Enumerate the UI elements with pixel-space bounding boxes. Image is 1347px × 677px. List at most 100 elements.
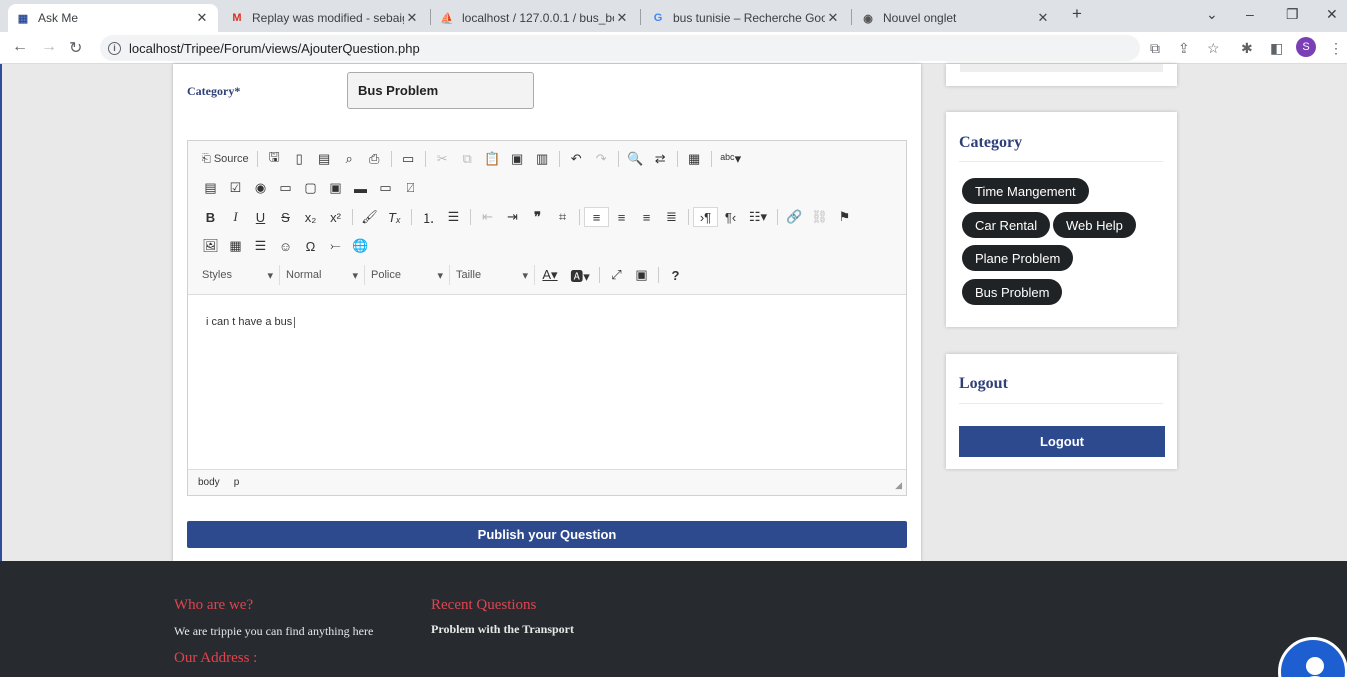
browser-tab-phpmyadmin[interactable]: ⛵ localhost / 127.0.0.1 / bus_booki ✕ — [432, 4, 638, 32]
image-button-icon[interactable]: ▭ — [373, 178, 398, 198]
align-right-icon[interactable]: ≡ — [634, 207, 659, 227]
font-dropdown[interactable]: Police ▾ — [365, 265, 450, 285]
path-body[interactable]: body — [198, 477, 220, 488]
underline-icon[interactable]: U — [248, 207, 273, 227]
outdent-icon[interactable]: ⇤ — [475, 207, 500, 227]
background-color-icon[interactable]: 🅰▾ — [565, 265, 595, 285]
tab-search-icon[interactable]: ⌄ — [1206, 6, 1218, 23]
replace-icon[interactable]: ⇄ — [648, 149, 673, 169]
indent-icon[interactable]: ⇥ — [500, 207, 525, 227]
paste-word-icon[interactable]: ▥ — [530, 149, 555, 169]
page-break-icon[interactable]: ⤚ — [323, 236, 348, 256]
bulleted-list-icon[interactable]: ☰ — [441, 207, 466, 227]
remove-format-icon[interactable]: Tₓ — [382, 207, 407, 227]
link-icon[interactable]: 🔗 — [782, 207, 807, 227]
undo-icon[interactable]: ↶ — [564, 149, 589, 169]
reload-icon[interactable]: ↻ — [69, 38, 82, 58]
templates-icon[interactable]: ▭ — [396, 149, 421, 169]
copy-icon[interactable]: ⧉ — [455, 149, 480, 169]
close-tab-icon[interactable]: ✕ — [825, 10, 841, 26]
back-icon[interactable]: ← — [12, 38, 28, 56]
share-icon[interactable]: ⇪ — [1178, 40, 1190, 57]
smiley-icon[interactable]: ☺ — [273, 236, 298, 256]
new-tab-icon[interactable]: + — [1072, 4, 1082, 24]
export-pdf-icon[interactable]: ▤ — [312, 149, 337, 169]
align-justify-icon[interactable]: ≣ — [659, 207, 684, 227]
select-field-icon[interactable]: ▣ — [323, 178, 348, 198]
extensions-icon[interactable]: ✱ — [1241, 40, 1253, 57]
text-field-icon[interactable]: ▭ — [273, 178, 298, 198]
table-icon[interactable]: ▦ — [223, 236, 248, 256]
show-blocks-icon[interactable]: ▣ — [629, 265, 654, 285]
close-tab-icon[interactable]: ✕ — [194, 10, 210, 26]
copy-format-icon[interactable]: 🖌 — [357, 207, 382, 227]
close-window-icon[interactable]: ✕ — [1326, 6, 1338, 23]
category-tag-car-rental[interactable]: Car Rental — [962, 212, 1051, 238]
button-field-icon[interactable]: ▬ — [348, 178, 373, 198]
align-left-icon[interactable]: ≡ — [584, 207, 609, 227]
iframe-icon[interactable]: 🌐 — [348, 236, 373, 256]
horizontal-line-icon[interactable]: ☰ — [248, 236, 273, 256]
form-icon[interactable]: ▤ — [198, 178, 223, 198]
close-tab-icon[interactable]: ✕ — [404, 10, 420, 26]
path-p[interactable]: p — [234, 477, 240, 488]
save-icon[interactable]: 🖫 — [262, 149, 287, 169]
menu-icon[interactable]: ⋮ — [1329, 40, 1343, 57]
editor-content-area[interactable]: i can t have a bus — [188, 294, 906, 470]
checkbox-icon[interactable]: ☑ — [223, 178, 248, 198]
side-panel-icon[interactable]: ◧ — [1270, 40, 1283, 57]
numbered-list-icon[interactable]: ⒈ — [416, 207, 441, 227]
browser-tab-google[interactable]: G bus tunisie – Recherche Google ✕ — [643, 4, 849, 32]
redo-icon[interactable]: ↷ — [589, 149, 614, 169]
blockquote-icon[interactable]: ❞ — [525, 207, 550, 227]
text-direction-rtl-icon[interactable]: ¶‹ — [718, 207, 743, 227]
radio-icon[interactable]: ◉ — [248, 178, 273, 198]
select-all-icon[interactable]: ▦ — [682, 149, 707, 169]
category-tag-web-help[interactable]: Web Help — [1053, 212, 1136, 238]
strikethrough-icon[interactable]: S — [273, 207, 298, 227]
category-tag-bus-problem[interactable]: Bus Problem — [962, 279, 1063, 305]
text-direction-ltr-icon[interactable]: ›¶ — [693, 207, 718, 227]
paste-icon[interactable]: 📋 — [480, 149, 505, 169]
info-icon[interactable]: i — [108, 41, 121, 55]
find-icon[interactable]: 🔍 — [623, 149, 648, 169]
minimize-icon[interactable]: – — [1246, 6, 1254, 22]
subscript-icon[interactable]: x₂ — [298, 207, 323, 227]
footer-recent-question-link[interactable]: Problem with the Transport — [431, 622, 574, 637]
preview-icon[interactable]: ⌕ — [337, 149, 362, 169]
cut-icon[interactable]: ✂ — [430, 149, 455, 169]
category-tag-time-mangement[interactable]: Time Mangement — [962, 178, 1089, 204]
close-tab-icon[interactable]: ✕ — [1035, 10, 1051, 26]
superscript-icon[interactable]: x² — [323, 207, 348, 227]
url-field[interactable]: i localhost/Tripee/Forum/views/AjouterQu… — [100, 35, 1140, 61]
align-center-icon[interactable]: ≡ — [609, 207, 634, 227]
close-tab-icon[interactable]: ✕ — [614, 10, 630, 26]
language-icon[interactable]: ☷▾ — [743, 207, 773, 227]
translate-icon[interactable]: ⧉ — [1150, 40, 1160, 57]
size-dropdown[interactable]: Taille ▾ — [450, 265, 535, 285]
div-container-icon[interactable]: ⌗ — [550, 207, 575, 227]
format-dropdown[interactable]: Normal ▾ — [280, 265, 365, 285]
print-icon[interactable]: ⎙ — [362, 149, 387, 169]
help-icon[interactable]: ? — [663, 265, 688, 285]
image-icon[interactable]: 🖼 — [198, 236, 223, 256]
hidden-field-icon[interactable]: ⍁ — [398, 178, 423, 198]
logout-button[interactable]: Logout — [959, 426, 1165, 457]
text-color-icon[interactable]: A▾ — [535, 265, 565, 285]
textarea-icon[interactable]: ▢ — [298, 178, 323, 198]
restore-icon[interactable]: ❐ — [1286, 6, 1299, 23]
forward-icon[interactable]: → — [41, 38, 57, 56]
browser-tab-ask-me[interactable]: ▦ Ask Me ✕ — [8, 4, 218, 32]
styles-dropdown[interactable]: Styles ▾ — [196, 265, 280, 285]
profile-avatar[interactable]: S — [1296, 37, 1316, 57]
bold-icon[interactable]: B — [198, 207, 223, 227]
unlink-icon[interactable]: ⛓ — [807, 207, 832, 227]
publish-question-button[interactable]: Publish your Question — [187, 521, 907, 548]
italic-icon[interactable]: I — [223, 207, 248, 227]
category-tag-plane-problem[interactable]: Plane Problem — [962, 245, 1074, 271]
special-char-icon[interactable]: Ω — [298, 236, 323, 256]
browser-tab-new[interactable]: ◉ Nouvel onglet ✕ — [853, 4, 1059, 32]
source-button[interactable]: ⎗ Source — [198, 153, 253, 166]
maximize-icon[interactable]: ⤢ — [604, 265, 629, 285]
category-select[interactable]: Bus Problem — [347, 72, 534, 109]
